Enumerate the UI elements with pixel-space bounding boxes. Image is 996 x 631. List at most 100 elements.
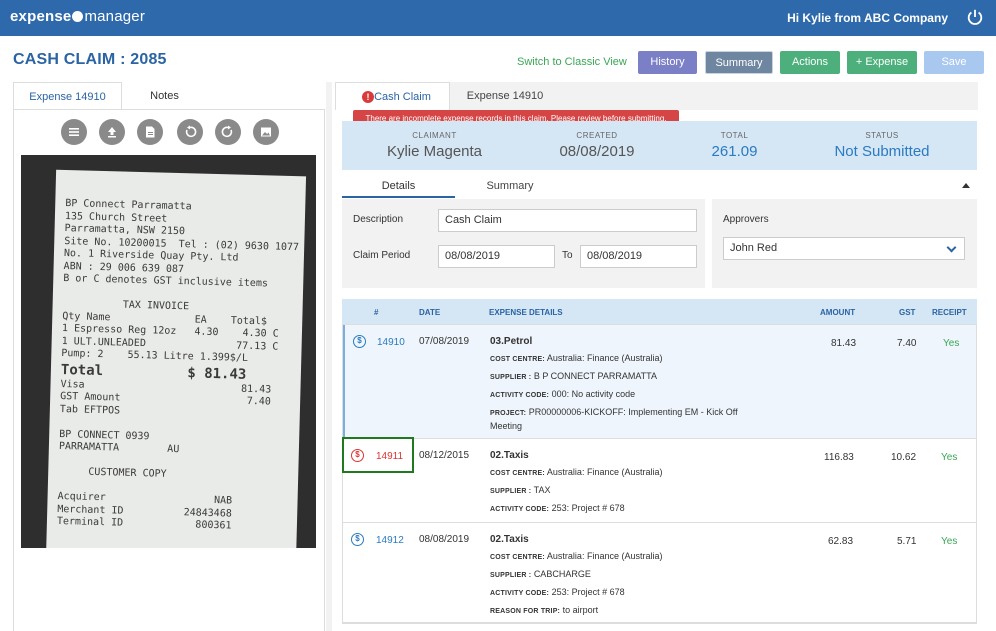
logo-text-right: manager — [84, 8, 146, 25]
expense-amount: 116.83 — [824, 452, 854, 463]
expense-type: 03.Petrol — [490, 336, 533, 347]
claimant-value: Kylie Magenta — [386, 143, 483, 160]
to-label: To — [562, 250, 573, 261]
tab-notes[interactable]: Notes — [122, 82, 207, 110]
receipt-text-bottom: Visa 81.43 GST Amount 7.40 Tab EFTPOS BP… — [56, 378, 272, 532]
detail-activity: ACTIVITY CODE: 253: Project # 678 — [490, 503, 625, 513]
save-button[interactable]: Save — [924, 51, 984, 74]
col-gst: GST — [899, 308, 916, 317]
tab-expense-14910[interactable]: Expense 14910 — [13, 82, 122, 110]
image-icon[interactable] — [253, 119, 279, 145]
expense-type: 02.Taxis — [490, 450, 529, 461]
expense-date: 08/08/2019 — [419, 534, 470, 545]
add-expense-button[interactable]: + Expense — [847, 51, 917, 74]
logo-text-left: expense — [10, 8, 72, 25]
subtab-summary[interactable]: Summary — [455, 175, 565, 198]
subtab-details[interactable]: Details — [342, 175, 455, 198]
page-title: CASH CLAIM : 2085 — [13, 51, 167, 68]
expense-date: 07/08/2019 — [419, 336, 470, 347]
detail-activity: ACTIVITY CODE: 000: No activity code — [490, 389, 636, 399]
chevron-down-icon — [946, 242, 957, 253]
expense-id-link[interactable]: 14910 — [377, 337, 405, 348]
col-date: DATE — [419, 308, 441, 317]
table-row[interactable]: $ 14910 07/08/2019 03.Petrol COST CENTRE… — [343, 325, 976, 439]
expense-gst: 5.71 — [897, 536, 917, 547]
detail-project: PROJECT: PR00000006-KICKOFF: Implementin… — [490, 407, 738, 431]
status-label: STATUS — [865, 131, 899, 140]
receipt-status[interactable]: Yes — [943, 338, 959, 349]
table-row[interactable]: $ 14911 08/12/2015 02.Taxis COST CENTRE:… — [343, 439, 976, 523]
description-label: Description — [353, 214, 404, 225]
approvers-label: Approvers — [723, 214, 769, 225]
expense-details: 03.Petrol COST CENTRE: Australia: Financ… — [490, 336, 810, 433]
detail-reason: REASON FOR TRIP: to airport — [490, 605, 599, 615]
total-value: 261.09 — [711, 143, 758, 160]
expense-amount: 62.83 — [828, 536, 854, 547]
period-from-input[interactable]: 08/08/2019 — [438, 245, 555, 268]
expense-type: 02.Taxis — [490, 534, 529, 545]
approver-value: John Red — [730, 242, 778, 254]
sub-tabs: Details Summary — [342, 175, 977, 199]
user-greeting: Hi Kylie from ABC Company — [787, 11, 948, 25]
status-value: Not Submitted — [834, 143, 930, 160]
created-value: 08/08/2019 — [559, 143, 635, 160]
detail-supplier: SUPPLIER : B P CONNECT PARRAMATTA — [490, 371, 657, 381]
rotate-left-icon[interactable] — [177, 119, 203, 145]
col-expense-details: EXPENSE DETAILS — [489, 308, 563, 317]
receipt-image[interactable]: BP Connect Parramatta 135 Church Street … — [21, 155, 316, 548]
expense-gst: 10.62 — [891, 452, 917, 463]
detail-supplier: SUPPLIER : TAX — [490, 485, 551, 495]
summary-button[interactable]: Summary — [705, 51, 773, 74]
description-input[interactable]: Cash Claim — [438, 209, 697, 232]
tab-cash-claim-label: Cash Claim — [374, 91, 431, 103]
alert-icon: ! — [362, 91, 374, 103]
detail-supplier: SUPPLIER : CABCHARGE — [490, 569, 591, 579]
dollar-icon: $ — [351, 533, 364, 546]
tab-cash-claim[interactable]: ! Cash Claim — [335, 82, 450, 110]
expense-details: 02.Taxis COST CENTRE: Australia: Finance… — [490, 534, 810, 620]
claimant-label: CLAIMANT — [412, 131, 457, 140]
total-block: TOTAL 261.09 — [692, 121, 777, 160]
switch-classic-view-link[interactable]: Switch to Classic View — [517, 56, 627, 68]
detail-cost-centre: COST CENTRE: Australia: Finance (Austral… — [490, 353, 663, 363]
claim-period-label: Claim Period — [353, 250, 411, 261]
approver-select[interactable]: John Red — [723, 237, 965, 260]
app-logo[interactable]: expense manager — [10, 8, 145, 25]
approvers-section: Approvers John Red — [712, 199, 977, 288]
col-amount: AMOUNT — [820, 308, 856, 317]
expense-table-header: # DATE EXPENSE DETAILS AMOUNT GST RECEIP… — [342, 299, 977, 324]
table-row[interactable]: $ 14912 08/08/2019 02.Taxis COST CENTRE:… — [343, 523, 976, 623]
claim-form: Description Cash Claim Claim Period 08/0… — [342, 199, 705, 288]
total-label: TOTAL — [720, 131, 749, 140]
expense-table: $ 14910 07/08/2019 03.Petrol COST CENTRE… — [342, 324, 977, 624]
selection-highlight — [342, 437, 414, 473]
expense-date: 08/12/2015 — [419, 450, 470, 461]
tab-expense-14910-right[interactable]: Expense 14910 — [450, 82, 560, 110]
expense-id-link[interactable]: 14912 — [376, 535, 404, 546]
actions-button[interactable]: Actions — [780, 51, 840, 74]
receipt-paper: BP Connect Parramatta 135 Church Street … — [45, 169, 307, 548]
left-tabs: Expense 14910 Notes — [13, 82, 325, 110]
upload-icon[interactable] — [99, 119, 125, 145]
rotate-right-icon[interactable] — [215, 119, 241, 145]
collapse-caret-icon[interactable] — [962, 183, 970, 188]
claimant-block: CLAIMANT Kylie Magenta — [377, 121, 492, 160]
document-icon[interactable] — [137, 119, 163, 145]
logo-dot-icon — [72, 11, 84, 22]
detail-cost-centre: COST CENTRE: Australia: Finance (Austral… — [490, 551, 663, 561]
expense-amount: 81.43 — [831, 338, 857, 349]
receipt-status[interactable]: Yes — [941, 452, 957, 463]
panel-gutter[interactable] — [326, 82, 332, 631]
right-tabs: ! Cash Claim Expense 14910 — [335, 82, 978, 110]
list-icon[interactable] — [61, 119, 87, 145]
receipt-status[interactable]: Yes — [941, 536, 957, 547]
period-to-input[interactable]: 08/08/2019 — [580, 245, 697, 268]
expense-details: 02.Taxis COST CENTRE: Australia: Finance… — [490, 450, 810, 518]
power-icon[interactable] — [966, 8, 984, 26]
status-block: STATUS Not Submitted — [822, 121, 942, 160]
created-block: CREATED 08/08/2019 — [542, 121, 652, 160]
col-receipt: RECEIPT — [932, 308, 967, 317]
expense-gst: 7.40 — [897, 338, 917, 349]
history-button[interactable]: History — [638, 51, 697, 74]
receipt-text-top: BP Connect Parramatta 135 Church Street … — [61, 198, 300, 364]
